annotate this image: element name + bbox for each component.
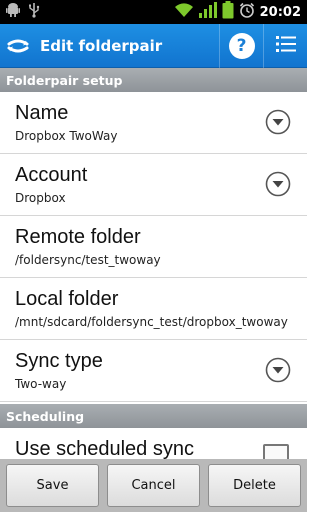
dropdown-icon[interactable] [265, 171, 291, 197]
pref-sync-type-title: Sync type [15, 350, 103, 372]
wifi-icon [174, 2, 194, 22]
dropdown-icon[interactable] [265, 357, 291, 383]
pref-account[interactable]: Account Dropbox [0, 154, 307, 216]
alarm-icon [239, 2, 255, 22]
pref-sync-type[interactable]: Sync type Two-way [0, 340, 307, 402]
help-button[interactable]: ? [219, 23, 263, 68]
pref-local-folder-summary: /mnt/sdcard/foldersync_test/dropbox_twow… [15, 315, 288, 329]
pref-name-title: Name [15, 102, 69, 124]
signal-icon [198, 2, 217, 22]
pref-name[interactable]: Name Dropbox TwoWay [0, 92, 307, 154]
list-icon [275, 35, 296, 57]
status-bar: 20:02 [0, 0, 307, 24]
section-header-folderpair-setup: Folderpair setup [0, 68, 307, 92]
section-header-scheduling: Scheduling [0, 404, 307, 428]
usb-icon [28, 2, 40, 22]
status-time: 20:02 [259, 4, 301, 20]
android-icon [6, 2, 20, 22]
pref-account-summary: Dropbox [15, 191, 66, 205]
help-icon: ? [228, 32, 255, 59]
pref-scheduled-sync-title: Use scheduled sync [15, 438, 194, 460]
pref-remote-folder-summary: /foldersync/test_twoway [15, 253, 161, 267]
pref-remote-folder-title: Remote folder [15, 226, 141, 248]
pref-account-title: Account [15, 164, 88, 186]
delete-button[interactable]: Delete [208, 464, 301, 507]
dropdown-icon[interactable] [265, 109, 291, 135]
page-title: Edit folderpair [40, 36, 163, 55]
list-menu-button[interactable] [263, 23, 307, 68]
action-bar: Edit folderpair ? [0, 23, 307, 68]
pref-local-folder[interactable]: Local folder /mnt/sdcard/foldersync_test… [0, 278, 307, 340]
button-bar: Save Cancel Delete [0, 459, 307, 512]
pref-local-folder-title: Local folder [15, 288, 119, 310]
save-button[interactable]: Save [6, 464, 99, 507]
cancel-button[interactable]: Cancel [107, 464, 200, 507]
battery-icon [222, 1, 234, 23]
app-logo-icon[interactable] [0, 24, 36, 68]
pref-name-summary: Dropbox TwoWay [15, 129, 118, 143]
pref-sync-type-summary: Two-way [15, 377, 67, 391]
pref-remote-folder[interactable]: Remote folder /foldersync/test_twoway [0, 216, 307, 278]
